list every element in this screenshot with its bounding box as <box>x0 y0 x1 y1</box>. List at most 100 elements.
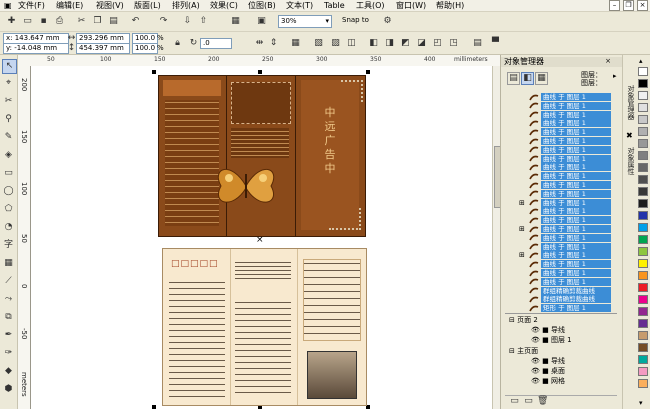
layer-1[interactable]: 👁︎ ■ 图层 1 <box>531 335 572 345</box>
menu-window[interactable]: 窗口(W) <box>396 0 426 11</box>
blend-tool-icon[interactable]: ⧉ <box>2 311 15 324</box>
group-icon[interactable]: ▦ <box>290 38 301 49</box>
object-row[interactable]: 曲线 于 图层 1 <box>541 163 611 172</box>
color-swatch[interactable] <box>638 235 648 244</box>
outline-pen-icon[interactable]: ✑ <box>2 347 15 360</box>
layer-guides[interactable]: 👁︎ ■ 导线 <box>531 325 565 335</box>
color-swatch[interactable] <box>638 67 648 76</box>
ungroup-icon[interactable]: ▧ <box>313 38 324 49</box>
fill-tool-icon[interactable]: ◆ <box>2 365 15 378</box>
palette-scroll-down-icon[interactable]: ▾ <box>639 399 643 407</box>
expand-icon[interactable]: ⊞ <box>519 251 525 259</box>
welcome-screen-icon[interactable]: ▣ <box>256 16 267 27</box>
color-swatch[interactable] <box>638 283 648 292</box>
color-swatch[interactable] <box>638 259 648 268</box>
trim-icon[interactable]: ◨ <box>384 38 395 49</box>
zoom-levels-dropdown[interactable]: 30% ▾ <box>278 15 332 28</box>
cut-icon[interactable]: ✂ <box>76 16 87 27</box>
color-swatch[interactable] <box>638 151 648 160</box>
intersect-icon[interactable]: ◩ <box>400 38 411 49</box>
vertical-ruler[interactable]: 200 150 100 50 0 -50 meters <box>18 66 31 409</box>
object-row[interactable]: 曲线 于 图层 1 <box>541 145 611 154</box>
object-row[interactable]: 曲线 于 图层 1 <box>541 137 611 145</box>
color-swatch[interactable] <box>638 367 648 376</box>
color-swatch[interactable] <box>638 91 648 100</box>
show-object-icon[interactable]: ◧ <box>521 72 534 85</box>
zoom-tool-icon[interactable]: ⚲ <box>2 113 15 126</box>
brochure-inside-spread[interactable]: □□□□□ <box>162 248 367 406</box>
combine-icon[interactable]: ◫ <box>346 38 357 49</box>
polygon-tool-icon[interactable]: ⬠ <box>2 203 15 216</box>
new-master-layer-icon[interactable]: ▭ <box>523 396 534 407</box>
copy-icon[interactable]: ❐ <box>92 16 103 27</box>
save-icon[interactable]: ▪ <box>38 16 49 27</box>
color-swatch[interactable] <box>638 379 648 388</box>
to-front-icon[interactable]: ▀ <box>490 38 501 49</box>
color-swatch[interactable] <box>638 79 648 88</box>
show-properties-icon[interactable]: ▤ <box>507 72 520 85</box>
object-row[interactable]: 曲线 于 图层 1 <box>541 207 611 216</box>
object-row[interactable]: 曲线 于 图层 1 <box>541 225 611 233</box>
menu-tools[interactable]: 工具(O) <box>356 0 385 11</box>
text-tool-icon[interactable]: 字 <box>2 239 15 252</box>
master-page-node[interactable]: ⊟ 主页面 <box>509 346 538 356</box>
restore-icon[interactable]: ❐ <box>623 0 634 11</box>
layer-grid[interactable]: 👁︎ ■ 网格 <box>531 376 565 386</box>
crop-tool-icon[interactable]: ✂ <box>2 95 15 108</box>
delete-icon[interactable]: 🗑︎ <box>537 396 548 407</box>
tab-object-manager[interactable]: 对象管理器 <box>626 85 636 120</box>
docker-close-icon[interactable]: × <box>605 57 611 65</box>
object-row[interactable]: 曲线 于 图层 1 <box>541 101 611 110</box>
open-icon[interactable]: ▭ <box>22 16 33 27</box>
mirror-vertical-icon[interactable]: ⇕ <box>268 38 279 49</box>
color-swatch[interactable] <box>638 127 648 136</box>
connector-tool-icon[interactable]: ⤳ <box>2 293 15 306</box>
object-row[interactable]: 曲线 于 图层 1 <box>541 172 611 181</box>
selection-handle[interactable] <box>152 405 156 409</box>
expand-icon[interactable]: ⊞ <box>519 225 525 233</box>
expand-icon[interactable]: ⊞ <box>519 199 525 207</box>
object-row[interactable]: 矩形 于 图层 1 <box>541 304 611 313</box>
palette-scroll-up-icon[interactable]: ▴ <box>639 57 643 65</box>
redo-icon[interactable]: ↷ <box>158 16 169 27</box>
brochure-outside-spread[interactable]: 中 远 广 告 中 <box>158 75 366 237</box>
object-row[interactable]: 曲线 于 图层 1 <box>541 216 611 225</box>
menu-edit[interactable]: 编辑(E) <box>56 0 83 11</box>
close-icon[interactable]: × <box>637 0 648 11</box>
object-row[interactable]: 曲线 于 图层 1 <box>541 233 611 242</box>
smart-fill-icon[interactable]: ◈ <box>2 149 15 162</box>
table-tool-icon[interactable]: ▦ <box>2 257 15 270</box>
tab-object-properties[interactable]: 对象属性 <box>626 147 636 175</box>
color-swatch[interactable] <box>638 199 648 208</box>
object-row[interactable]: 曲线 于 图层 1 <box>541 260 611 269</box>
color-swatch[interactable] <box>638 103 648 112</box>
undo-icon[interactable]: ↶ <box>130 16 141 27</box>
object-row[interactable]: 曲线 于 图层 1 <box>541 128 611 137</box>
object-row[interactable]: 曲线 于 图层 1 <box>541 189 611 198</box>
pick-tool-icon[interactable]: ↖ <box>2 59 17 74</box>
layer-desktop[interactable]: 👁︎ ■ 桌面 <box>531 366 565 376</box>
menu-effects[interactable]: 效果(C) <box>210 0 238 11</box>
height-field[interactable]: 454.397 mm <box>76 43 130 54</box>
menu-help[interactable]: 帮助(H) <box>436 0 464 11</box>
color-swatch[interactable] <box>638 175 648 184</box>
edit-across-layers-icon[interactable]: ▦ <box>535 72 548 85</box>
front-minus-back-icon[interactable]: ◰ <box>432 38 443 49</box>
color-swatch[interactable] <box>638 163 648 172</box>
rectangle-tool-icon[interactable]: ▭ <box>2 167 15 180</box>
scale-y-field[interactable]: 100.0 <box>132 43 158 54</box>
color-swatch[interactable] <box>638 295 648 304</box>
selection-handle[interactable] <box>366 70 370 74</box>
freehand-tool-icon[interactable]: ✎ <box>2 131 15 144</box>
print-icon[interactable]: ⎙ <box>54 16 65 27</box>
object-row[interactable]: 曲线 于 图层 1 <box>541 181 611 189</box>
paste-icon[interactable]: ▤ <box>108 16 119 27</box>
menu-view[interactable]: 视图(V) <box>96 0 124 11</box>
basic-shapes-icon[interactable]: ◔ <box>2 221 15 234</box>
position-y-field[interactable]: y: -14.048 mm <box>3 43 69 54</box>
selection-handle[interactable] <box>258 70 262 74</box>
eyedropper-tool-icon[interactable]: ✒ <box>2 329 15 342</box>
color-swatch[interactable] <box>638 307 648 316</box>
mirror-horizontal-icon[interactable]: ⇹ <box>254 38 265 49</box>
ungroup-all-icon[interactable]: ▨ <box>330 38 341 49</box>
